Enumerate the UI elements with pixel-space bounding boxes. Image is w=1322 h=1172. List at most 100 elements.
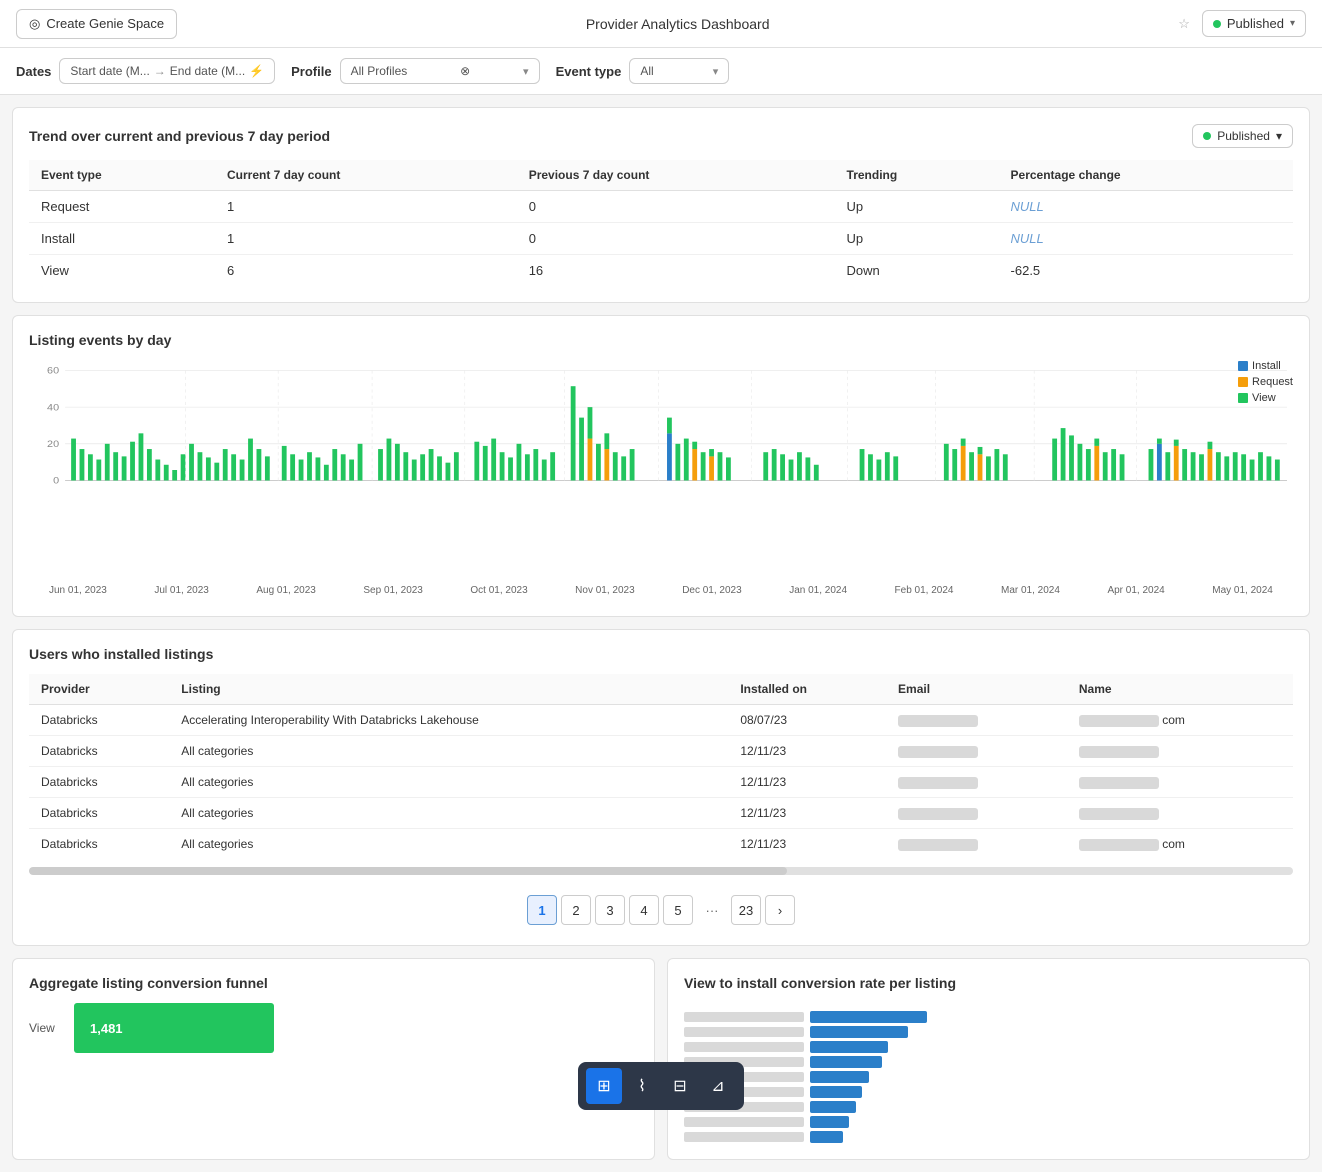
svg-text:40: 40 [47,403,59,413]
event-type-cell: Install [29,223,215,255]
col-email: Email [886,674,1067,705]
pagination-next-button[interactable]: › [765,895,795,925]
provider-cell: Databricks [29,798,169,829]
trending-cell: Up [835,223,999,255]
status-dot [1213,20,1221,28]
x-axis-label: Apr 01, 2024 [1107,585,1164,596]
name-cell: com [1067,829,1293,860]
profile-value: All Profiles [351,64,408,78]
legend-color [1238,393,1248,403]
bar-fill [810,1101,856,1113]
published-status-badge[interactable]: Published ▾ [1202,10,1306,37]
create-genie-space-button[interactable]: ◎ Create Genie Space [16,9,177,39]
users-table-row: Databricks Accelerating Interoperability… [29,705,1293,736]
x-axis-label: Oct 01, 2023 [470,585,527,596]
installed-on-cell: 08/07/23 [728,705,886,736]
users-table-row: Databricks All categories 12/11/23 [29,798,1293,829]
profile-filter-group: Profile All Profiles ⊗ ▾ [291,58,539,84]
bar-fill [810,1116,849,1128]
current-count-cell: 1 [215,223,517,255]
filter-toolbar-btn[interactable]: ⊞ [586,1068,622,1104]
conversion-bar-row [684,1116,1293,1128]
page-button-4[interactable]: 4 [629,895,659,925]
trend-published-select[interactable]: Published ▾ [1192,124,1293,148]
trend-header: Trend over current and previous 7 day pe… [29,124,1293,148]
trend-table-header-row: Event type Current 7 day count Previous … [29,160,1293,191]
x-axis-label: Jul 01, 2023 [154,585,209,596]
date-range-arrow: → [154,64,166,78]
profile-select[interactable]: All Profiles ⊗ ▾ [340,58,540,84]
dates-label: Dates [16,64,51,79]
event-type-cell: View [29,255,215,287]
email-cell [886,736,1067,767]
x-axis-label: Aug 01, 2023 [256,585,316,596]
pagination: 12345···23› [29,883,1293,929]
users-table-row: Databricks All categories 12/11/23 [29,767,1293,798]
legend-color [1238,377,1248,387]
conversion-bar-row [684,1131,1293,1143]
x-axis-label: May 01, 2024 [1212,585,1273,596]
pct-change-cell: NULL [999,191,1293,223]
listing-cell: All categories [169,829,728,860]
name-suffix: com [1162,837,1185,851]
page-button-1[interactable]: 1 [527,895,557,925]
page-button-2[interactable]: 2 [561,895,591,925]
installed-on-cell: 12/11/23 [728,736,886,767]
conversion-bar-chart [684,1003,1293,1143]
users-section: Users who installed listings Provider Li… [12,629,1310,946]
previous-count-cell: 0 [517,223,835,255]
users-table-wrapper[interactable]: Provider Listing Installed on Email Name… [29,674,1293,859]
bar-fill [810,1026,908,1038]
users-table: Provider Listing Installed on Email Name… [29,674,1293,859]
funnel-label: View [29,1021,64,1035]
horizontal-scrollbar[interactable] [29,867,1293,875]
event-type-filter-group: Event type All ▾ [556,58,730,84]
aggregate-funnel-section: Aggregate listing conversion funnel View… [12,958,655,1160]
bottom-row: Aggregate listing conversion funnel View… [12,958,1310,1160]
users-title: Users who installed listings [29,646,1293,662]
col-current-count: Current 7 day count [215,160,517,191]
main-content: Trend over current and previous 7 day pe… [0,95,1322,1172]
chart-toolbar-btn[interactable]: ⌇ [624,1068,660,1104]
bar-label [684,1027,804,1037]
lightning-icon: ⚡ [249,64,264,78]
dates-input[interactable]: Start date (M... → End date (M... ⚡ [59,58,275,84]
page-button-3[interactable]: 3 [595,895,625,925]
conversion-bar-row [684,1056,1293,1068]
x-axis-label: Mar 01, 2024 [1001,585,1060,596]
funnel-toolbar-btn[interactable]: ⊿ [700,1068,736,1104]
col-previous-count: Previous 7 day count [517,160,835,191]
trend-table-row: View 6 16 Down -62.5 [29,255,1293,287]
trending-cell: Up [835,191,999,223]
page-button-23[interactable]: 23 [731,895,761,925]
x-axis-label: Nov 01, 2023 [575,585,635,596]
table-toolbar-btn[interactable]: ⊟ [662,1068,698,1104]
bar-fill [810,1011,927,1023]
name-cell [1067,767,1293,798]
email-blurred [898,777,978,789]
svg-text:0: 0 [53,476,59,486]
bar-label [684,1117,804,1127]
conversion-rate-section: View to install conversion rate per list… [667,958,1310,1160]
chart-title: Listing events by day [29,332,1293,348]
email-blurred [898,839,978,851]
funnel-bar: View 1,481 [29,1003,638,1053]
bar-fill [810,1071,869,1083]
bar-label [684,1012,804,1022]
current-count-cell: 6 [215,255,517,287]
page-button-5[interactable]: 5 [663,895,693,925]
users-table-row: Databricks All categories 12/11/23 [29,736,1293,767]
listing-cell: All categories [169,798,728,829]
published-label: Published [1227,16,1284,31]
provider-cell: Databricks [29,736,169,767]
chevron-down-icon: ▾ [1290,18,1295,29]
x-axis-label: Dec 01, 2023 [682,585,742,596]
star-icon[interactable]: ☆ [1178,16,1190,32]
email-blurred [898,715,978,727]
profile-label: Profile [291,64,331,79]
event-type-select[interactable]: All ▾ [629,58,729,84]
dashboard-title: Provider Analytics Dashboard [189,16,1166,32]
listing-events-chart: 60 40 20 0 [29,360,1293,580]
bar-fill [810,1056,882,1068]
conversion-bar-row [684,1101,1293,1113]
